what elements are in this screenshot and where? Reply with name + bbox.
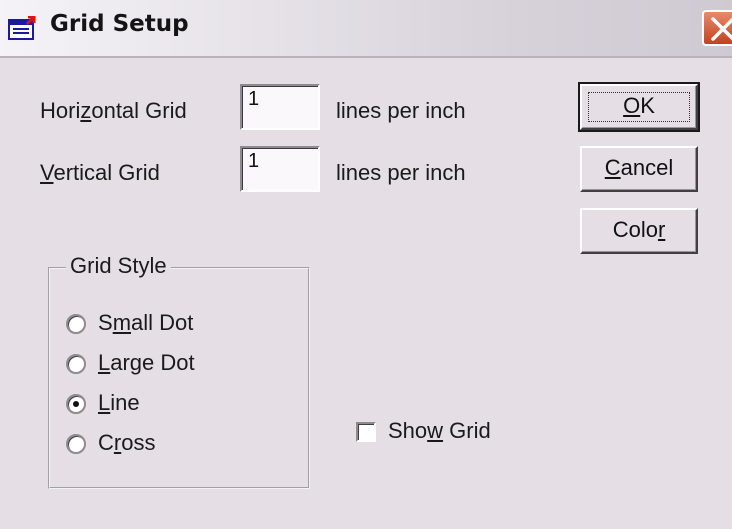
radio-large-dot[interactable]	[66, 354, 86, 374]
ok-button[interactable]: OK	[578, 82, 700, 132]
cancel-button[interactable]: Cancel	[580, 146, 698, 192]
horizontal-unit-label: lines per inch	[336, 98, 466, 123]
radio-line-label[interactable]: Line	[98, 390, 140, 416]
grid-setup-app-icon	[8, 16, 36, 40]
radio-small-dot-label[interactable]: Small Dot	[98, 310, 193, 336]
close-icon	[711, 17, 732, 41]
close-button[interactable]	[702, 10, 732, 46]
show-grid-label[interactable]: Show Grid	[388, 418, 491, 444]
radio-large-dot-label[interactable]: Large Dot	[98, 350, 195, 376]
vertical-unit-label: lines per inch	[336, 160, 466, 185]
show-grid-checkbox[interactable]	[356, 422, 376, 442]
vertical-grid-label: Vertical Grid	[40, 160, 160, 185]
horizontal-grid-input[interactable]: 1	[240, 84, 320, 130]
window-title: Grid Setup	[50, 11, 189, 37]
grid-style-groupbox: Grid Style	[48, 253, 310, 489]
radio-cross-label[interactable]: Cross	[98, 430, 155, 456]
vertical-grid-input[interactable]: 1	[240, 146, 320, 192]
radio-cross[interactable]	[66, 434, 86, 454]
color-button[interactable]: Color	[580, 208, 698, 254]
horizontal-grid-label: Horizontal Grid	[40, 98, 187, 123]
grid-style-title: Grid Style	[66, 253, 171, 279]
title-bar[interactable]: Grid Setup	[0, 0, 732, 58]
grid-setup-dialog: Grid Setup Horizontal Grid 1 lines per i…	[0, 0, 732, 529]
radio-selected-dot	[73, 401, 79, 407]
focus-rectangle	[588, 92, 690, 122]
radio-line[interactable]	[66, 394, 86, 414]
radio-small-dot[interactable]	[66, 314, 86, 334]
